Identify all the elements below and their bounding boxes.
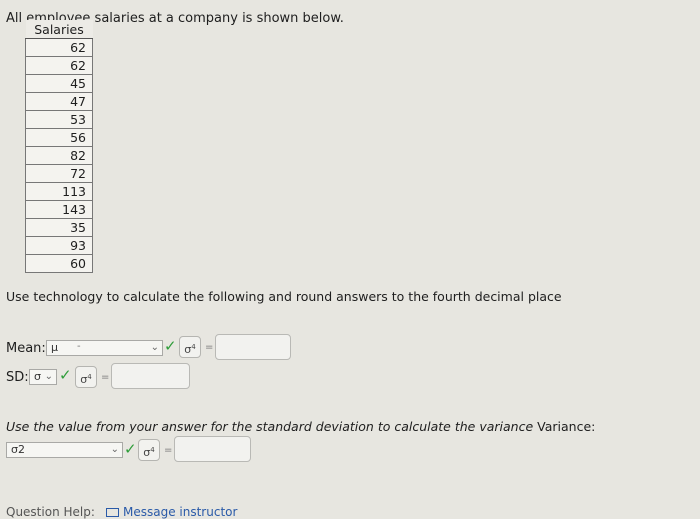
chevron-down-icon: ⌄ [110,444,119,455]
variance-equals: = [164,445,173,456]
variance-symbol-select[interactable]: σ2 ⌄ [6,442,123,458]
salary-cell: 93 [25,236,93,255]
salaries-table: Salaries 62 62 45 47 53 56 82 72 113 143 35 93 60 [25,20,93,273]
table-row: 35 [25,218,93,237]
table-row: 143 [25,200,93,219]
mean-equals: = [205,342,214,353]
mean-select-value: μ [51,341,58,354]
salary-cell: 113 [25,182,93,201]
variance-prompt-label: Variance: [537,419,596,434]
table-row: 45 [25,74,93,93]
sd-select-value: σ [34,370,41,383]
table-row: 72 [25,164,93,183]
sd-symbol-button[interactable]: σ4 [75,366,97,388]
salary-cell: 143 [25,200,93,219]
salary-cell: 53 [25,110,93,129]
mail-icon [106,508,119,517]
variance-symbol-button[interactable]: σ4 [138,439,160,461]
check-icon: ✓ [164,337,177,355]
mean-answer-input[interactable] [215,334,291,360]
table-row: 82 [25,146,93,165]
sd-equals: = [101,372,110,383]
check-icon: ✓ [59,366,72,384]
table-row: 62 [25,56,93,75]
salary-cell: 62 [25,56,93,75]
table-row: 93 [25,236,93,255]
salary-cell: 35 [25,218,93,237]
table-row: 56 [25,128,93,147]
salary-cell: 72 [25,164,93,183]
instruction-text: Use technology to calculate the followin… [6,289,562,304]
chevron-down-icon: ⌄ [44,371,53,382]
salary-cell: 47 [25,92,93,111]
variance-answer-input[interactable] [174,436,251,462]
check-icon: ✓ [124,440,137,458]
mean-symbol-select[interactable]: μ - ⌄ [46,340,163,356]
salary-cell: 56 [25,128,93,147]
variance-prompt-italic: Use the value from your answer for the s… [6,419,534,434]
salary-cell: 45 [25,74,93,93]
chevron-down-icon: ⌄ [150,342,159,353]
variance-prompt: Use the value from your answer for the s… [6,419,595,434]
salary-cell: 60 [25,254,93,273]
table-row: 113 [25,182,93,201]
salary-cell: 62 [25,38,93,57]
mean-symbol-button[interactable]: σ4 [179,336,201,358]
table-row: 62 [25,38,93,57]
table-row: 60 [25,254,93,273]
sd-answer-input[interactable] [111,363,190,389]
sd-label: SD: [6,370,29,385]
mean-select-dash: - [77,341,81,352]
table-row: 53 [25,110,93,129]
variance-select-value: σ2 [11,443,25,456]
salaries-header: Salaries [25,20,93,39]
sd-symbol-select[interactable]: σ ⌄ [29,369,57,385]
mean-label: Mean: [6,341,46,356]
table-row: 47 [25,92,93,111]
salary-cell: 82 [25,146,93,165]
